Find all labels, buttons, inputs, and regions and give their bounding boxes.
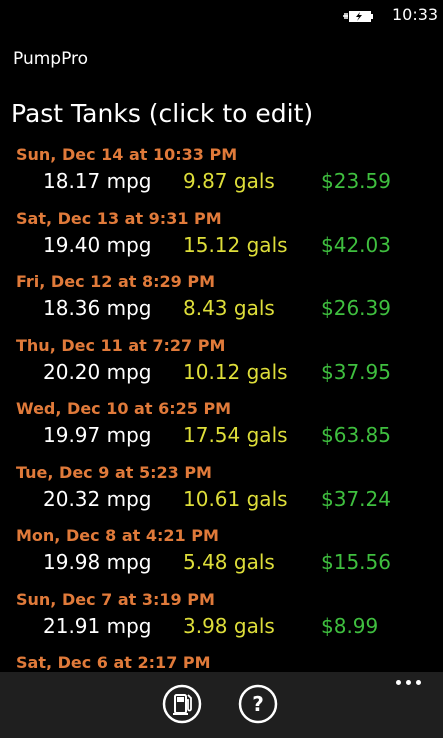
gas-pump-icon: [162, 684, 202, 724]
tank-gallons: 17.54 gals: [183, 423, 288, 447]
tank-gallons: 8.43 gals: [183, 296, 275, 320]
app-title: PumpPro: [13, 49, 89, 69]
tank-date: Sat, Dec 6 at 2:17 PM: [16, 653, 211, 670]
battery-charging-icon: [343, 11, 373, 22]
tank-date: Mon, Dec 8 at 4:21 PM: [16, 526, 219, 545]
tank-row[interactable]: Sun, Dec 7 at 3:19 PM 21.91 mpg 3.98 gal…: [0, 588, 443, 652]
page-title: Past Tanks (click to edit): [11, 99, 314, 128]
tank-gallons: 10.12 gals: [183, 359, 288, 384]
tank-row[interactable]: Thu, Dec 11 at 7:27 PM 20.20 mpg 10.12 g…: [0, 334, 443, 398]
tank-date: Tue, Dec 9 at 5:23 PM: [16, 462, 212, 482]
help-button[interactable]: ?: [238, 684, 278, 724]
tank-row[interactable]: Sat, Dec 13 at 9:31 PM 19.40 mpg 15.12 g…: [0, 207, 443, 271]
tank-gallons: 5.48 gals: [183, 550, 275, 574]
tank-cost: $23.59: [321, 169, 391, 193]
tank-mpg: 19.97 mpg: [43, 423, 152, 447]
status-bar: 10:33: [0, 0, 443, 32]
tank-date: Wed, Dec 10 at 6:25 PM: [16, 399, 232, 418]
tank-row[interactable]: Wed, Dec 10 at 6:25 PM 19.97 mpg 17.54 g…: [0, 397, 443, 461]
tank-row[interactable]: Tue, Dec 9 at 5:23 PM 20.32 mpg 10.61 ga…: [0, 461, 443, 525]
tank-gallons: 3.98 gals: [183, 613, 275, 638]
tank-gallons: 10.61 gals: [183, 486, 288, 511]
tank-date: Sun, Dec 7 at 3:19 PM: [16, 589, 215, 609]
tank-list: Sun, Dec 14 at 10:33 PM 18.17 mpg 9.87 g…: [0, 143, 443, 670]
tank-cost: $42.03: [321, 232, 391, 257]
tank-cost: $37.95: [321, 359, 391, 384]
ellipsis-icon[interactable]: [396, 680, 424, 692]
tank-mpg: 20.20 mpg: [43, 359, 152, 384]
help-icon: ?: [238, 684, 278, 724]
tank-cost: $37.24: [321, 486, 391, 511]
tank-mpg: 19.98 mpg: [43, 550, 152, 574]
tank-cost: $8.99: [321, 613, 379, 638]
tank-row[interactable]: Mon, Dec 8 at 4:21 PM 19.98 mpg 5.48 gal…: [0, 524, 443, 588]
tank-gallons: 9.87 gals: [183, 169, 275, 193]
tank-mpg: 19.40 mpg: [43, 232, 152, 257]
help-glyph: ?: [252, 692, 264, 716]
tank-row[interactable]: Sat, Dec 6 at 2:17 PM: [0, 651, 443, 670]
tank-date: Sat, Dec 13 at 9:31 PM: [16, 208, 222, 228]
tank-row[interactable]: Fri, Dec 12 at 8:29 PM 18.36 mpg 8.43 ga…: [0, 270, 443, 334]
tank-cost: $26.39: [321, 296, 391, 320]
tank-mpg: 18.36 mpg: [43, 296, 152, 320]
clock: 10:33: [392, 5, 439, 24]
tank-date: Sun, Dec 14 at 10:33 PM: [16, 145, 238, 164]
tank-date: Thu, Dec 11 at 7:27 PM: [16, 335, 226, 355]
tank-cost: $63.85: [321, 423, 391, 447]
tank-mpg: 21.91 mpg: [43, 613, 152, 638]
tank-row[interactable]: Sun, Dec 14 at 10:33 PM 18.17 mpg 9.87 g…: [0, 143, 443, 207]
app-bar: ?: [0, 672, 443, 738]
tank-mpg: 18.17 mpg: [43, 169, 152, 193]
tank-mpg: 20.32 mpg: [43, 486, 152, 511]
tank-cost: $15.56: [321, 550, 391, 574]
tank-date: Fri, Dec 12 at 8:29 PM: [16, 272, 215, 291]
fill-up-button[interactable]: [162, 684, 202, 724]
tank-gallons: 15.12 gals: [183, 232, 288, 257]
